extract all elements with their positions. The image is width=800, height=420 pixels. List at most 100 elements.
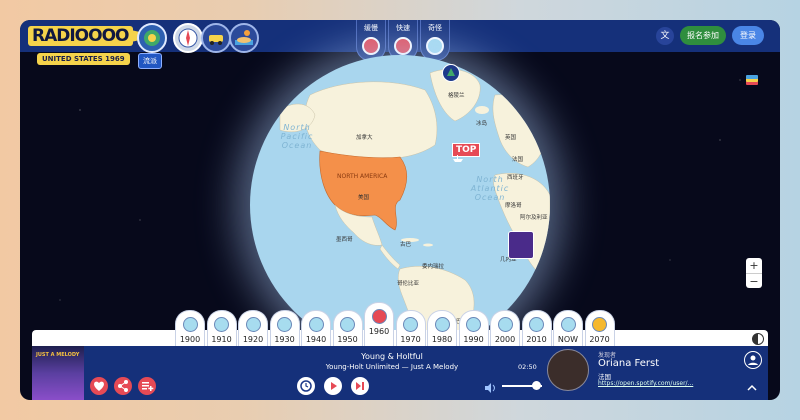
volume-icon[interactable] (484, 379, 496, 393)
region-label: 美国 (358, 195, 370, 201)
speed-slow-dot-icon (362, 37, 380, 55)
chevron-up-icon[interactable] (746, 379, 758, 391)
decade-label: 1900 (179, 335, 201, 344)
region-label: 加拿大 (356, 135, 373, 141)
volume-slider-handle[interactable] (531, 381, 541, 390)
region-label: NORTH AMERICA (337, 173, 388, 180)
region-label: 摩洛哥 (505, 203, 522, 209)
speed-tab-label: 缓慢 (364, 24, 378, 32)
decade-tab-1960[interactable]: 1960 (364, 302, 394, 351)
decade-label: 1970 (400, 335, 421, 344)
decade-dot-icon (245, 317, 261, 332)
decade-dot-icon (340, 317, 355, 332)
decade-tab-now[interactable]: NOW (553, 310, 583, 351)
album-art[interactable]: JUST A MELODY (32, 346, 84, 400)
decade-tab-1990[interactable]: 1990 (458, 310, 489, 351)
decade-label: 1950 (337, 335, 358, 344)
translate-icon[interactable]: 文 (656, 27, 674, 45)
speed-tab-label: 奇怪 (428, 24, 442, 32)
region-label: 阿尔及利亚 (520, 215, 548, 221)
decade-dot-icon (182, 317, 198, 332)
decade-tab-1980[interactable]: 1980 (427, 310, 457, 351)
ship-marker-icon (452, 147, 464, 162)
decade-tab-1950[interactable]: 1950 (332, 310, 363, 351)
region-label: 格陵兰 (448, 93, 465, 99)
decade-label: 1910 (211, 335, 232, 344)
speed-weird-dot-icon (426, 37, 444, 55)
decade-label: 1930 (274, 335, 295, 344)
decade-label: 1990 (463, 335, 484, 344)
favorite-icon[interactable] (90, 377, 108, 395)
decade-dot-icon (434, 317, 450, 332)
island-icon[interactable] (229, 23, 259, 53)
decade-tab-2000[interactable]: 2000 (490, 310, 520, 351)
decade-dot-icon (214, 317, 229, 332)
decade-dot-icon (592, 317, 607, 332)
genre-button[interactable]: 流派 (138, 53, 162, 69)
signup-button[interactable]: 报名参加 (680, 26, 726, 45)
compass-icon[interactable] (173, 23, 203, 53)
speed-tab-label: 快速 (396, 24, 410, 32)
emblem-icon[interactable] (137, 23, 167, 53)
decade-tab-1940[interactable]: 1940 (301, 310, 331, 351)
discoverer-link[interactable]: https://open.spotify.com/user/... (598, 380, 693, 387)
discoverer-profile-icon[interactable] (744, 351, 762, 369)
region-label: 挪威 (520, 105, 532, 111)
login-button[interactable]: 登录 (732, 26, 764, 45)
decade-label: 1980 (431, 335, 453, 344)
decade-label: 2000 (494, 335, 516, 344)
decade-dot-icon (560, 317, 576, 332)
track-subtitle: Young-Holt Unlimited — Just A Melody (325, 363, 459, 371)
region-label: 法国 (512, 157, 524, 163)
decade-tab-1970[interactable]: 1970 (395, 310, 426, 351)
decade-label: NOW (557, 335, 579, 344)
decade-label: 1940 (305, 335, 327, 344)
decade-dot-icon (308, 317, 324, 332)
decade-label: 2070 (589, 335, 610, 344)
region-label: 古巴 (400, 242, 412, 248)
layers-icon[interactable] (744, 72, 760, 88)
add-to-playlist-icon[interactable] (138, 377, 156, 395)
next-track-icon[interactable] (351, 377, 369, 395)
decade-tab-1910[interactable]: 1910 (206, 310, 237, 351)
contrast-icon[interactable] (752, 333, 764, 345)
decade-dot-icon (529, 317, 544, 332)
discoverer-name[interactable]: Oriana Ferst (598, 358, 659, 369)
track-time: 02:50 (518, 363, 537, 371)
history-icon[interactable] (297, 377, 315, 395)
country-year-badge[interactable]: UNITED STATES 1969 (37, 53, 130, 65)
region-label: 委内瑞拉 (422, 264, 445, 270)
decade-dot-icon (403, 317, 418, 332)
decade-tab-1900[interactable]: 1900 (175, 310, 205, 351)
island-marker-icon[interactable] (442, 64, 460, 82)
album-art-text: JUST A MELODY (36, 352, 80, 358)
decade-label: 2010 (526, 335, 547, 344)
logo-text: RADIOOOO (28, 26, 133, 46)
album-marker[interactable] (508, 231, 534, 259)
region-label: 哥伦比亚 (397, 281, 420, 287)
speed-fast-dot-icon (394, 37, 412, 55)
decade-dot-icon (497, 317, 513, 332)
decade-tab-1920[interactable]: 1920 (238, 310, 268, 351)
decade-dot-icon (277, 317, 292, 332)
zoom-in-button[interactable]: + (746, 258, 762, 274)
track-title: Young & Holtful (361, 352, 423, 361)
decade-tab-2070[interactable]: 2070 (584, 310, 615, 351)
decade-dot-icon (466, 317, 481, 332)
decade-label: 1960 (368, 327, 390, 336)
discoverer-avatar[interactable] (547, 349, 589, 391)
decade-tab-1930[interactable]: 1930 (269, 310, 300, 351)
decade-label: 1920 (242, 335, 264, 344)
play-icon[interactable] (324, 377, 342, 395)
decade-tab-2010[interactable]: 2010 (521, 310, 552, 351)
region-label: 西班牙 (507, 175, 524, 181)
zoom-out-button[interactable]: − (746, 274, 762, 289)
ocean-label-pacific: North Pacific Ocean (280, 123, 314, 150)
share-icon[interactable] (114, 377, 132, 395)
app-frame: RADIOOOO UNITED STATES 1969 流派 缓慢 快速 奇怪 … (20, 20, 780, 400)
region-label: 冰岛 (476, 121, 488, 127)
region-label: 英国 (505, 135, 517, 141)
taxi-icon[interactable] (201, 23, 231, 53)
player-bar: JUST A MELODY Young & Holtful Young-Holt… (32, 346, 768, 400)
zoom-control: + − (746, 258, 762, 288)
